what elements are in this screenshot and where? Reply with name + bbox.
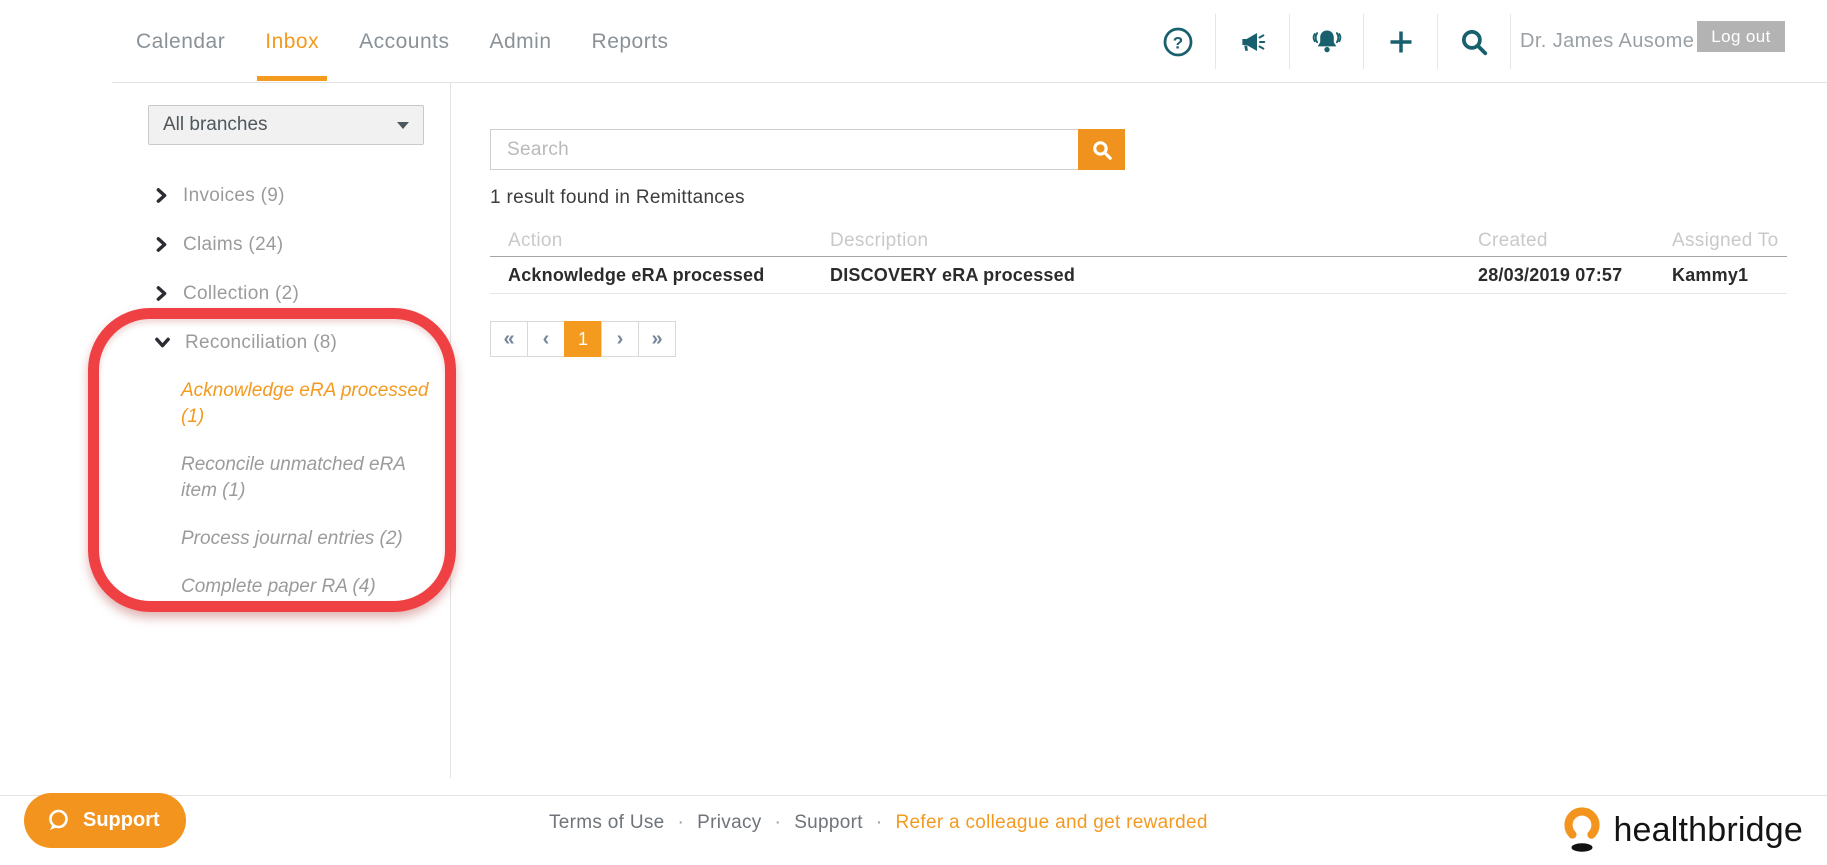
search-input[interactable] xyxy=(490,129,1078,170)
nav-item-accounts[interactable]: Accounts xyxy=(359,0,449,83)
footer: Support Terms of Use · Privacy · Support… xyxy=(0,793,1827,865)
bell-icon[interactable] xyxy=(1289,14,1363,69)
table-header-row: Action Description Created Assigned To xyxy=(490,225,1787,257)
sidebar: All branches Invoices (9) Claims (24) Co… xyxy=(0,83,451,778)
logout-button[interactable]: Log out xyxy=(1697,21,1785,52)
chevron-right-icon xyxy=(155,188,168,203)
tree-subitem-acknowledge-era[interactable]: Acknowledge eRA processed (1) xyxy=(181,378,439,430)
search-button[interactable] xyxy=(1078,129,1125,170)
separator-dot: · xyxy=(774,812,782,833)
main-content: 1 result found in Remittances Action Des… xyxy=(490,83,1787,357)
pagination: « ‹ 1 › » xyxy=(490,321,1787,357)
tree-item-claims[interactable]: Claims (24) xyxy=(155,220,435,269)
nav-item-reports[interactable]: Reports xyxy=(592,0,669,83)
footer-link-terms[interactable]: Terms of Use xyxy=(549,812,665,834)
pagination-last-button[interactable]: » xyxy=(638,321,676,357)
tree-subitem-reconcile-unmatched[interactable]: Reconcile unmatched eRA item (1) xyxy=(181,452,439,504)
cell-created: 28/03/2019 07:57 xyxy=(1478,264,1623,285)
megaphone-icon[interactable] xyxy=(1215,14,1289,69)
header-icon-bar: ? xyxy=(1141,14,1511,69)
tree-subitem-complete-paper-ra[interactable]: Complete paper RA (4) xyxy=(181,574,439,600)
healthbridge-logo-text: healthbridge xyxy=(1613,810,1803,849)
search-icon xyxy=(1092,140,1112,160)
table-row[interactable]: Acknowledge eRA processed DISCOVERY eRA … xyxy=(490,257,1787,294)
pagination-first-button[interactable]: « xyxy=(490,321,528,357)
nav-item-admin[interactable]: Admin xyxy=(490,0,552,83)
footer-links: Terms of Use · Privacy · Support · Refer… xyxy=(549,795,1208,851)
tree-item-label: Collection (2) xyxy=(183,282,300,304)
column-header-assigned-to: Assigned To xyxy=(1672,229,1779,251)
main-nav: Calendar Inbox Accounts Admin Reports xyxy=(136,0,669,83)
column-header-description: Description xyxy=(830,229,929,251)
tree-subitem-process-journal[interactable]: Process journal entries (2) xyxy=(181,526,439,552)
tree-item-reconciliation[interactable]: Reconciliation (8) xyxy=(155,318,435,367)
pagination-prev-button[interactable]: ‹ xyxy=(527,321,565,357)
tree-item-label: Claims (24) xyxy=(183,233,284,255)
chat-bubble-icon xyxy=(49,809,68,830)
cell-description: DISCOVERY eRA processed xyxy=(830,264,1076,285)
separator-dot: · xyxy=(677,812,685,833)
chevron-down-icon xyxy=(397,121,409,129)
chevron-right-icon xyxy=(155,286,168,301)
column-header-created: Created xyxy=(1478,229,1548,251)
branch-filter-value: All branches xyxy=(163,114,268,135)
tree-item-collection[interactable]: Collection (2) xyxy=(155,269,435,318)
help-icon[interactable]: ? xyxy=(1141,14,1215,69)
search-icon[interactable] xyxy=(1437,14,1511,69)
plus-icon[interactable] xyxy=(1363,14,1437,69)
inbox-tree: Invoices (9) Claims (24) Collection (2) … xyxy=(155,171,435,622)
pagination-page-1-button[interactable]: 1 xyxy=(564,321,602,357)
support-button[interactable]: Support xyxy=(24,793,186,848)
chevron-right-icon xyxy=(155,237,168,252)
healthbridge-logo: healthbridge xyxy=(1559,805,1803,855)
chevron-down-icon xyxy=(155,336,170,349)
branch-filter-select[interactable]: All branches xyxy=(148,105,424,145)
reconciliation-sub-list: Acknowledge eRA processed (1) Reconcile … xyxy=(181,378,439,600)
pagination-next-button[interactable]: › xyxy=(601,321,639,357)
footer-link-refer[interactable]: Refer a colleague and get rewarded xyxy=(895,812,1207,834)
user-name: Dr. James Ausome xyxy=(1520,30,1695,52)
cell-assigned-to: Kammy1 xyxy=(1672,264,1749,285)
nav-item-inbox[interactable]: Inbox xyxy=(257,0,327,83)
footer-link-privacy[interactable]: Privacy xyxy=(697,812,761,834)
tree-item-invoices[interactable]: Invoices (9) xyxy=(155,171,435,220)
tree-item-label: Invoices (9) xyxy=(183,184,285,206)
svg-text:?: ? xyxy=(1173,33,1183,52)
footer-link-support[interactable]: Support xyxy=(794,812,863,834)
nav-item-calendar[interactable]: Calendar xyxy=(136,0,225,83)
cell-action: Acknowledge eRA processed xyxy=(508,264,765,285)
result-summary: 1 result found in Remittances xyxy=(490,187,745,208)
healthbridge-logo-icon xyxy=(1564,807,1601,852)
separator-dot: · xyxy=(875,812,883,833)
header: Calendar Inbox Accounts Admin Reports ? … xyxy=(0,0,1827,83)
support-button-label: Support xyxy=(83,809,160,831)
column-header-action: Action xyxy=(508,229,563,251)
search-bar xyxy=(490,129,1787,170)
tree-item-label: Reconciliation (8) xyxy=(185,331,338,353)
results-table: Action Description Created Assigned To A… xyxy=(490,225,1787,294)
